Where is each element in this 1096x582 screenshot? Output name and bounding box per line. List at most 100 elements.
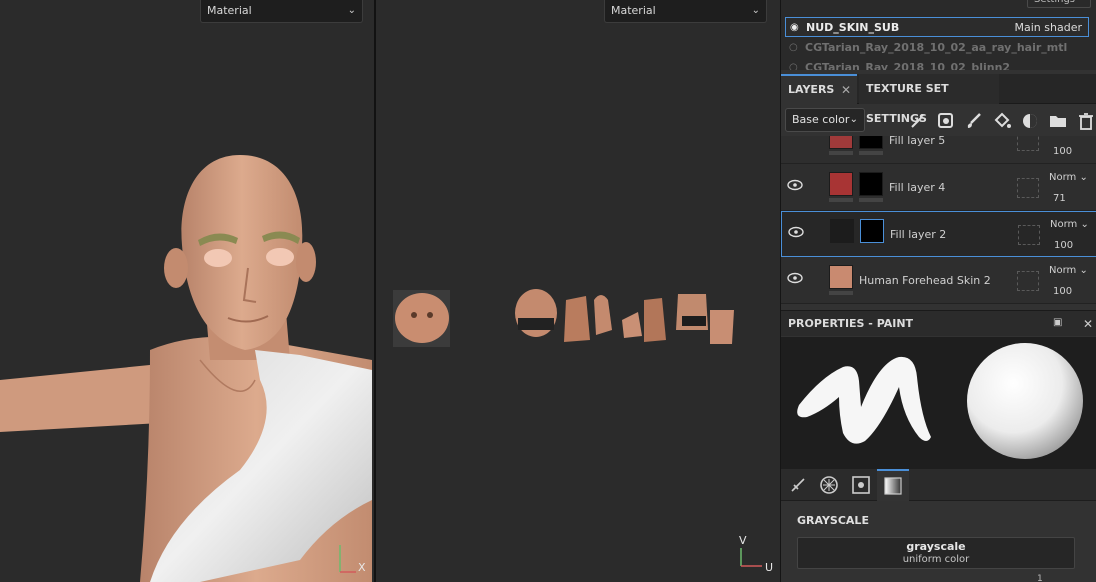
tab-brush[interactable] — [782, 469, 814, 501]
layer-name: Human Forehead Skin 2 — [859, 274, 991, 287]
brush-icon — [791, 478, 805, 492]
uv-island-hand2 — [622, 312, 642, 338]
chevron-down-icon: ⌄ — [1080, 219, 1089, 230]
material-sphere — [967, 343, 1083, 459]
eye-icon[interactable] — [788, 226, 804, 238]
tab-texture-set-settings[interactable]: TEXTURE SET SETTINGS — [859, 74, 999, 125]
ear-right — [296, 242, 316, 282]
magic-wand-icon[interactable] — [909, 112, 927, 130]
brush-preview — [781, 337, 1096, 469]
eye-icon[interactable]: ○ — [789, 38, 798, 57]
ear-left — [164, 248, 188, 288]
layer-thumbnail — [830, 219, 854, 243]
layer-mask-thumbnail — [859, 136, 883, 149]
tab-stencil[interactable] — [845, 469, 877, 501]
layer-opacity[interactable]: 71 — [1053, 193, 1066, 204]
uv-texture-islands — [393, 289, 762, 567]
uv-island-face — [395, 293, 449, 343]
layer-name: Fill layer 5 — [889, 136, 946, 147]
eye-icon[interactable] — [787, 272, 803, 284]
layer-row[interactable]: Fill layer 5 100 — [781, 136, 1096, 164]
shader-name: NUD_SKIN_SUB — [806, 21, 900, 34]
layer-row[interactable]: Fill layer 4 Norm ⌄ 71 — [781, 165, 1096, 211]
layer-mask-thumbnail — [859, 172, 883, 196]
layer-thumbnail — [829, 172, 853, 196]
layer-thumbnail — [829, 265, 853, 289]
shader-row-blinn[interactable]: ○ CGTarian_Ray_2018_10_02_blinn2 — [785, 58, 1089, 70]
grayscale-value: 1 — [1037, 574, 1043, 582]
viewport-3d[interactable]: Material ⌄ X — [0, 0, 374, 582]
folder-icon[interactable] — [1049, 112, 1067, 130]
character-model — [0, 155, 372, 582]
properties-tabs — [781, 469, 1096, 501]
layer-thumbnail — [829, 136, 853, 149]
channel-select-label: Base color — [792, 113, 850, 126]
layer-opacity[interactable]: 100 — [1054, 240, 1073, 251]
stencil-icon — [852, 476, 870, 494]
grayscale-resource-button[interactable]: grayscale uniform color — [797, 537, 1075, 569]
shader-name: CGTarian_Ray_2018_10_02_blinn2 — [805, 61, 1011, 70]
shader-name: CGTarian_Ray_2018_10_02_aa_ray_hair_mtl — [805, 41, 1068, 54]
eye-left — [204, 249, 232, 267]
uv-island-hand — [594, 295, 612, 335]
fill-bucket-icon[interactable] — [993, 112, 1011, 130]
axis-x-label: X — [358, 561, 366, 574]
blend-mode-box[interactable] — [1018, 225, 1040, 245]
shader-row-main[interactable]: ◉ NUD_SKIN_SUB Main shader — [785, 17, 1089, 37]
tab-alpha[interactable] — [813, 469, 845, 501]
blend-mode-select[interactable]: Norm ⌄ — [1050, 219, 1089, 230]
layers-tabbar: LAYERS ✕ TEXTURE SET SETTINGS — [781, 74, 1096, 125]
layer-name: Fill layer 4 — [889, 181, 946, 194]
layer-row-selected[interactable]: Fill layer 2 Norm ⌄ 100 — [781, 211, 1096, 257]
add-effect-icon[interactable] — [937, 112, 955, 130]
properties-title: PROPERTIES - PAINT — [788, 317, 914, 330]
uv-island-arm — [564, 296, 590, 342]
eye-right — [266, 248, 294, 266]
grayscale-name: grayscale — [906, 540, 966, 553]
stroke-shape — [797, 356, 931, 444]
tab-layers-label: LAYERS — [788, 83, 835, 96]
viewport-2d[interactable]: Material ⌄ V U — [376, 0, 780, 582]
undock-icon[interactable]: ▣ — [1053, 317, 1062, 328]
axis-u-label: U — [765, 561, 774, 574]
mask-icon[interactable] — [1021, 112, 1039, 130]
shader-list: ◉ NUD_SKIN_SUB Main shader ○ CGTarian_Ra… — [781, 12, 1096, 70]
chevron-down-icon: ⌄ — [1079, 172, 1088, 183]
blend-mode-select[interactable]: Norm ⌄ — [1049, 265, 1088, 276]
chevron-down-icon: ⌄ — [1079, 265, 1088, 276]
eye-icon[interactable] — [787, 179, 803, 191]
layer-name: Fill layer 2 — [890, 228, 947, 241]
eye-icon[interactable]: ○ — [789, 58, 798, 70]
alpha-pattern-icon — [820, 476, 838, 494]
shader-row-hair[interactable]: ○ CGTarian_Ray_2018_10_02_aa_ray_hair_mt… — [785, 38, 1089, 58]
right-panel: Settings ◉ NUD_SKIN_SUB Main shader ○ CG… — [780, 0, 1096, 582]
close-icon[interactable]: ✕ — [841, 76, 851, 104]
eye-icon[interactable]: ◉ — [790, 18, 799, 37]
properties-header: PROPERTIES - PAINT ▣ ✕ — [781, 310, 1096, 336]
uv-island-leg — [644, 298, 666, 342]
gradient-icon — [884, 477, 902, 495]
layer-row[interactable]: Human Forehead Skin 2 Norm ⌄ 100 — [781, 258, 1096, 304]
blend-mode-box[interactable] — [1017, 136, 1039, 151]
blend-mode-box[interactable] — [1017, 178, 1039, 198]
axis-v-label: V — [739, 534, 747, 547]
trash-icon[interactable] — [1077, 112, 1095, 130]
chevron-down-icon: ⌄ — [849, 114, 858, 125]
shader-settings-button[interactable]: Settings — [1027, 0, 1091, 8]
blend-mode-select[interactable]: Norm ⌄ — [1049, 172, 1088, 183]
channel-select[interactable]: Base color ⌄ — [785, 108, 865, 132]
layer-mask-thumbnail — [860, 219, 884, 243]
layer-opacity[interactable]: 100 — [1053, 286, 1072, 297]
shader-type: Main shader — [1014, 21, 1082, 34]
tab-layers[interactable]: LAYERS ✕ — [781, 74, 857, 104]
blend-mode-box[interactable] — [1017, 271, 1039, 291]
tab-material[interactable] — [877, 469, 909, 501]
shader-toolbar: Settings — [781, 0, 1096, 12]
brush-stroke-preview — [797, 343, 1083, 459]
layer-opacity[interactable]: 100 — [1053, 146, 1072, 157]
uv-island-torso2 — [710, 310, 734, 344]
grayscale-subtitle: uniform color — [902, 554, 970, 565]
grayscale-section: GRAYSCALE grayscale uniform color 1 — [781, 502, 1096, 582]
close-icon[interactable]: ✕ — [1083, 317, 1093, 331]
brush-icon[interactable] — [965, 112, 983, 130]
